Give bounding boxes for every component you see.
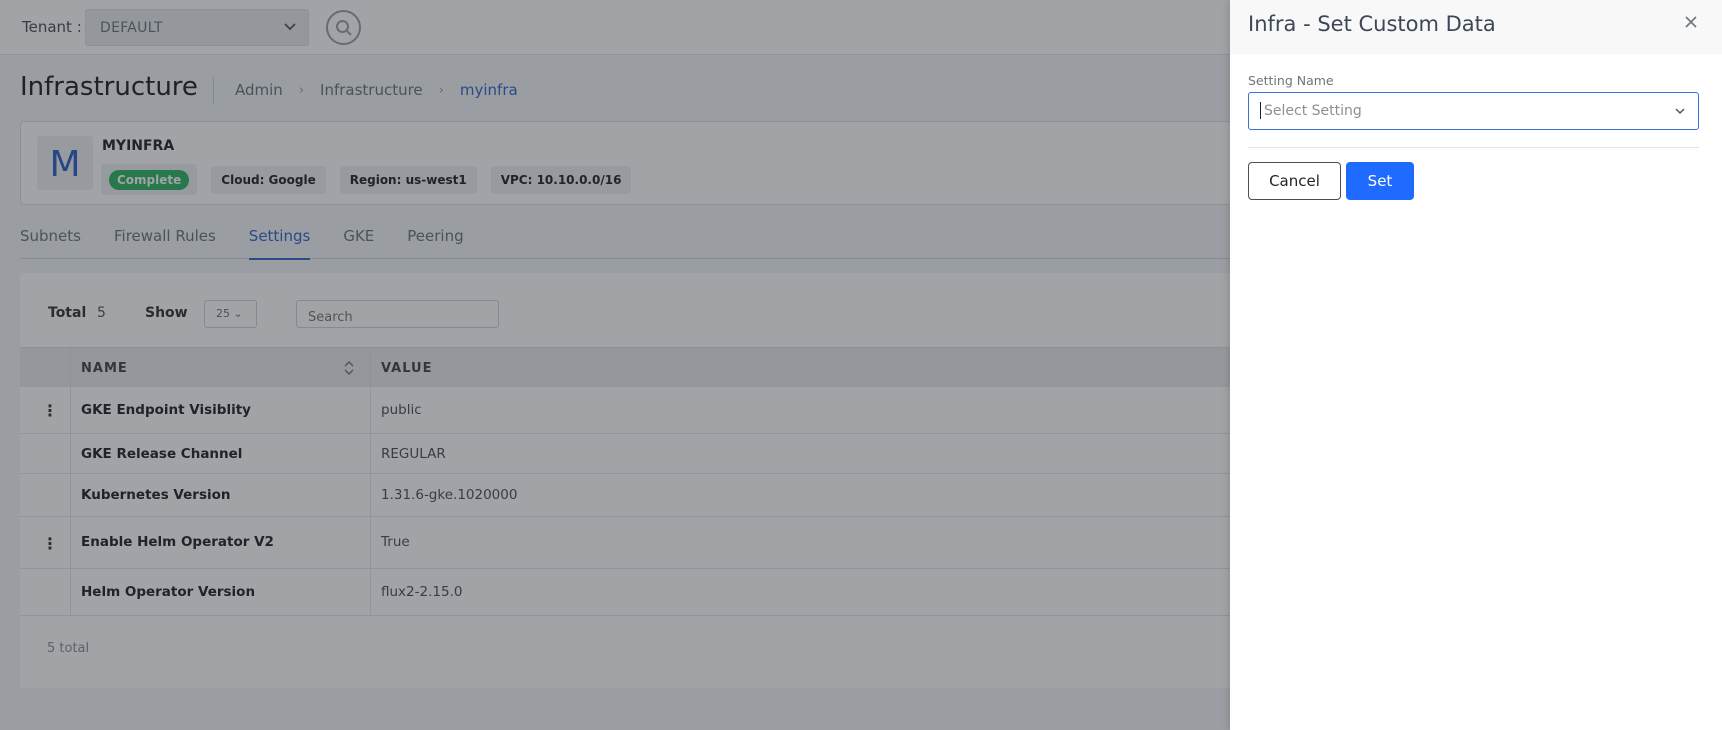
cancel-button[interactable]: Cancel xyxy=(1248,162,1341,200)
drawer-header: Infra - Set Custom Data xyxy=(1230,0,1722,54)
drawer-divider xyxy=(1248,147,1699,148)
setting-name-label: Setting Name xyxy=(1248,73,1334,88)
chevron-down-icon xyxy=(1675,108,1685,115)
set-button[interactable]: Set xyxy=(1346,162,1414,200)
modal-backdrop[interactable] xyxy=(0,0,1230,730)
drawer-title: Infra - Set Custom Data xyxy=(1248,12,1496,36)
setting-name-select[interactable]: Select Setting xyxy=(1248,92,1699,130)
setting-name-placeholder: Select Setting xyxy=(1264,103,1362,119)
set-custom-data-drawer: Infra - Set Custom Data Setting Name Sel… xyxy=(1230,0,1722,730)
close-icon[interactable] xyxy=(1683,14,1699,30)
text-cursor xyxy=(1260,102,1261,119)
